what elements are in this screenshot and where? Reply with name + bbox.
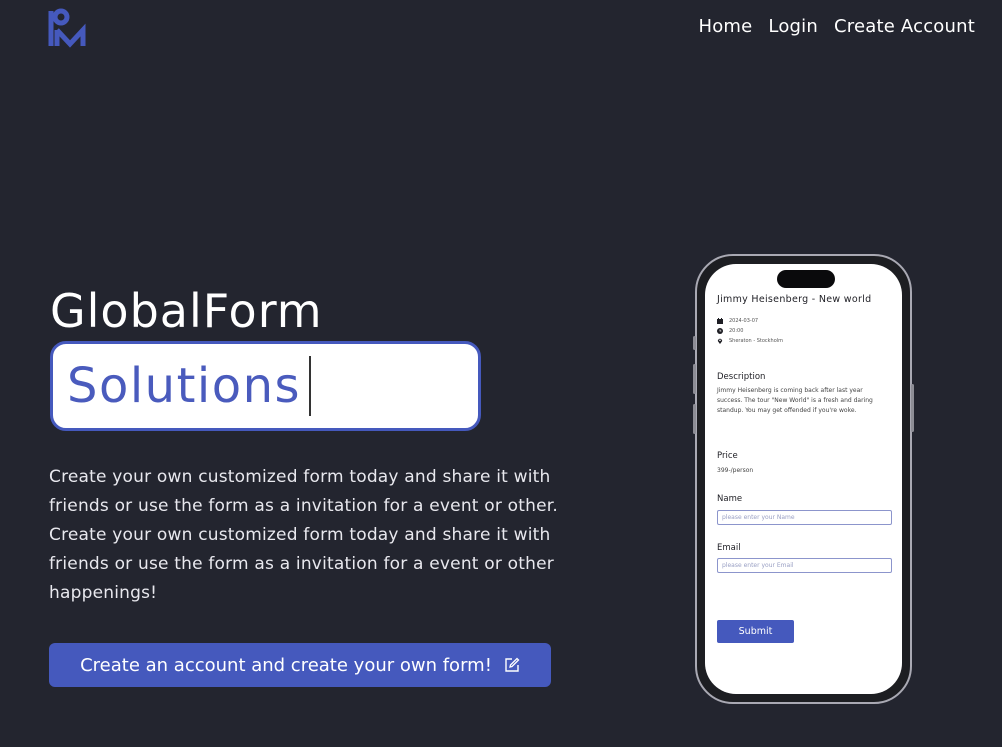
event-time-row: 20:00 [717, 328, 743, 334]
phone-notch [777, 270, 835, 288]
submit-button[interactable]: Submit [717, 620, 794, 643]
name-input[interactable] [717, 510, 892, 525]
description-text: Jimmy Heisenberg is coming back after la… [717, 387, 873, 414]
description-heading: Description [717, 372, 766, 382]
calendar-icon [717, 318, 723, 324]
event-location: Sheraton - Stockholm [729, 338, 784, 344]
edit-icon [505, 657, 520, 672]
event-date: 2024-03-07 [729, 318, 759, 324]
phone-mockup: Jimmy Heisenberg - New world 2024-03-07 … [693, 254, 914, 704]
price-text: 399-/person [717, 467, 754, 474]
clock-icon [717, 328, 723, 334]
phone-side-button [693, 336, 696, 350]
event-date-row: 2024-03-07 [717, 318, 758, 324]
landing-page: Home Login Create Account GlobalForm Sol… [0, 0, 1002, 747]
create-account-cta-button[interactable]: Create an account and create your own fo… [49, 643, 551, 687]
hero-description: Create your own customized form today an… [49, 467, 558, 603]
nav-home-link[interactable]: Home [698, 16, 752, 37]
typed-word: Solutions [67, 358, 302, 414]
event-time: 20:00 [729, 328, 744, 334]
phone-volume-down-button [693, 404, 696, 434]
email-input[interactable] [717, 558, 892, 573]
nav-create-account-link[interactable]: Create Account [834, 16, 975, 37]
nav-login-link[interactable]: Login [768, 16, 818, 37]
event-title: Jimmy Heisenberg - New world [717, 294, 872, 305]
event-location-row: Sheraton - Stockholm [717, 338, 783, 344]
typed-word-box: Solutions [50, 341, 481, 431]
logo-icon[interactable] [48, 8, 86, 48]
main-nav: Home Login Create Account [698, 16, 975, 37]
email-label: Email [717, 543, 741, 553]
text-caret [309, 356, 312, 416]
phone-power-button [911, 384, 914, 432]
price-heading: Price [717, 451, 738, 461]
phone-volume-up-button [693, 364, 696, 394]
cta-label: Create an account and create your own fo… [80, 654, 492, 676]
hero-title: GlobalForm [50, 284, 323, 338]
phone-screen: Jimmy Heisenberg - New world 2024-03-07 … [705, 264, 902, 694]
name-label: Name [717, 494, 743, 504]
location-pin-icon [717, 338, 723, 344]
